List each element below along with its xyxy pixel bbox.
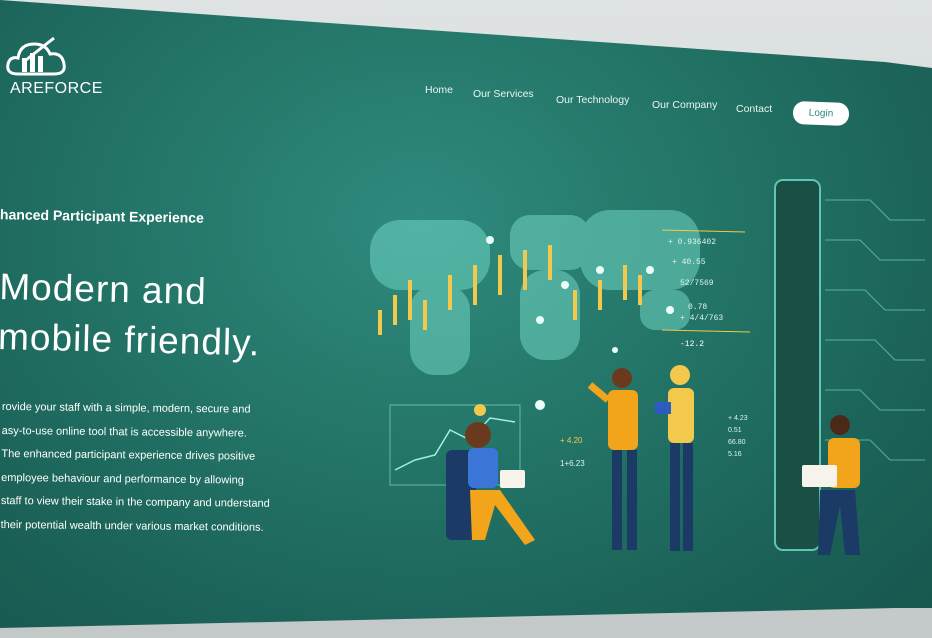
person-standing-man — [587, 368, 638, 550]
brand-name: AREFORCE — [10, 80, 103, 97]
hero-subheading: hanced Participant Experience — [0, 206, 204, 226]
nav-our-technology[interactable]: Our Technology — [556, 94, 629, 106]
ticker-value: + 4/4/763 — [680, 314, 723, 323]
nav-our-company[interactable]: Our Company — [652, 99, 717, 111]
person-standing-woman — [655, 365, 694, 551]
person-seated-laptop — [446, 404, 535, 545]
ticker-value: 0.78 — [688, 303, 707, 312]
hero-body: rovide your staff with a simple, modern,… — [0, 400, 270, 534]
headline-line-2: mobile friendly. — [0, 315, 261, 364]
ticker-value: -12.2 — [680, 340, 704, 349]
nav-our-services[interactable]: Our Services — [473, 88, 534, 100]
chart-label: 1+6.23 — [560, 459, 585, 468]
small-value: 66.80 — [728, 439, 746, 446]
small-value: + 4.23 — [728, 415, 748, 422]
ticker-value: 52/7569 — [680, 279, 714, 288]
phone-graphic: + 4.23 0.51 66.80 5.16 — [728, 179, 821, 551]
small-value: 0.51 — [728, 427, 742, 434]
login-button[interactable]: Login — [792, 101, 850, 126]
ticker-value: + 0.936402 — [668, 238, 716, 247]
chart-label: + 4.20 — [560, 436, 583, 445]
world-map-graphic — [370, 210, 700, 375]
cloud-chart-icon — [6, 36, 66, 76]
hero-page: AREFORCE Home Our Services Our Technolog… — [0, 0, 932, 628]
brand-logo[interactable] — [4, 34, 74, 85]
fintech-illustration: + 0.936402 + 40.55 52/7569 0.78 + 4/4/76… — [370, 179, 925, 555]
nav-home[interactable]: Home — [425, 84, 453, 96]
small-value: 5.16 — [728, 451, 742, 458]
headline-line-1: Modern and — [0, 265, 208, 313]
nav-contact[interactable]: Contact — [736, 103, 772, 115]
hero-headline: Modern and mobile friendly. — [0, 262, 262, 368]
ticker-value: + 40.55 — [672, 258, 706, 267]
